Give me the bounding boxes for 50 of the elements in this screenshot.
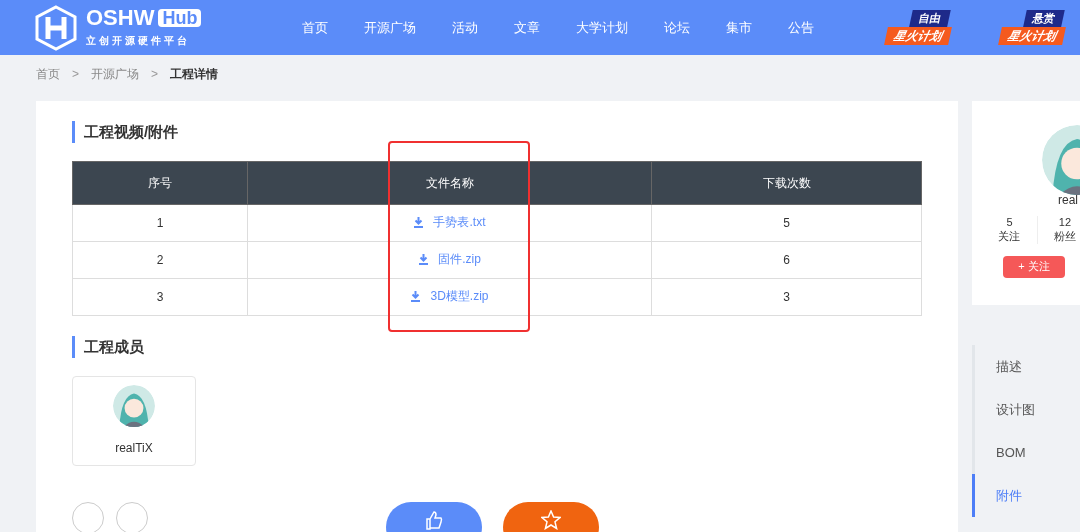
column-header: 下载次数: [651, 161, 922, 205]
table-cell: 3: [72, 278, 248, 316]
nav-link[interactable]: 论坛: [664, 17, 690, 38]
file-link[interactable]: 手势表.txt: [413, 213, 486, 232]
stat-label: 关注: [998, 229, 1021, 244]
nav-link[interactable]: 大学计划: [576, 17, 628, 38]
table-cell: 5: [651, 204, 922, 242]
file-link[interactable]: 3D模型.zip: [410, 287, 489, 306]
download-icon: [418, 253, 430, 265]
table-cell: 2: [72, 241, 248, 279]
logo-tagline: 立创开源硬件平台: [86, 34, 191, 48]
breadcrumb-link[interactable]: 首页: [36, 65, 60, 83]
logo-badge: Hub: [158, 9, 202, 27]
breadcrumb-separator: >: [151, 66, 159, 83]
section-title: 工程视频/附件: [72, 121, 922, 143]
section-title: 工程成员: [72, 336, 922, 358]
star-icon: [541, 510, 561, 530]
table-cell: 6: [651, 241, 922, 279]
download-icon: [410, 290, 422, 302]
nav-link[interactable]: 活动: [452, 17, 478, 38]
stat-value: 5: [1006, 216, 1013, 230]
side-nav-item[interactable]: 附件: [972, 474, 1080, 517]
stat-label: 粉丝: [1054, 229, 1076, 244]
author-name: real: [1058, 194, 1079, 206]
follow-button[interactable]: + 关注: [1003, 255, 1065, 278]
table-cell: 1: [72, 204, 248, 242]
thumbs-up-icon: [424, 510, 444, 530]
breadcrumb-separator: >: [72, 66, 79, 83]
file-link[interactable]: 固件.zip: [418, 250, 481, 269]
nav-link[interactable]: 公告: [788, 17, 814, 38]
nav-link[interactable]: 开源广场: [364, 17, 416, 38]
breadcrumb-link[interactable]: 开源广场: [91, 65, 139, 83]
side-nav-item[interactable]: 设计图: [972, 388, 1080, 431]
column-header: 文件名称: [247, 161, 652, 205]
nav-link[interactable]: 首页: [302, 17, 328, 38]
side-nav-item[interactable]: 描述: [972, 345, 1080, 388]
member-name: realTiX: [115, 440, 153, 457]
stat-value: 12: [1058, 216, 1072, 230]
promo-banner[interactable]: 悬赏 星火计划: [990, 10, 1074, 45]
promo-banner[interactable]: 自由 星火计划: [876, 10, 960, 45]
breadcrumb-link[interactable]: 工程详情: [170, 65, 219, 83]
nav-link[interactable]: 文章: [514, 17, 540, 38]
side-nav-item[interactable]: BOM: [972, 431, 1080, 474]
table-cell: 3: [651, 278, 922, 316]
member-card[interactable]: realTiX: [72, 376, 196, 466]
logo-icon: [34, 4, 78, 51]
download-icon: [413, 216, 425, 228]
logo-text: OSHW: [86, 7, 155, 29]
column-header: 序号: [72, 161, 248, 205]
nav-link[interactable]: 集市: [726, 17, 752, 38]
